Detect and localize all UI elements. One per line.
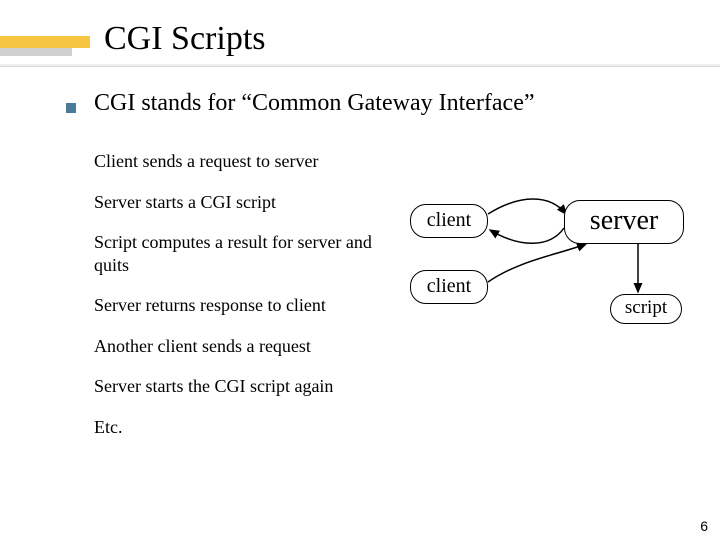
step-item: Server starts a CGI script bbox=[94, 191, 384, 214]
step-list: Client sends a request to server Server … bbox=[94, 150, 384, 456]
step-item: Server starts the CGI script again bbox=[94, 375, 384, 398]
node-server: server bbox=[564, 200, 684, 244]
node-client: client bbox=[410, 204, 488, 238]
node-client: client bbox=[410, 270, 488, 304]
diagram: client client server script bbox=[410, 200, 690, 360]
bullet-text: CGI stands for “Common Gateway Interface… bbox=[94, 90, 535, 117]
slide-title: CGI Scripts bbox=[104, 20, 266, 58]
accent-stripe-yellow bbox=[0, 36, 90, 48]
step-item: Server returns response to client bbox=[94, 294, 384, 317]
accent-stripe-gray bbox=[0, 48, 72, 56]
step-item: Another client sends a request bbox=[94, 335, 384, 358]
main-bullet: CGI stands for “Common Gateway Interface… bbox=[66, 90, 535, 117]
bullet-icon bbox=[66, 103, 76, 113]
title-underline bbox=[0, 64, 720, 66]
page-number: 6 bbox=[700, 518, 708, 534]
step-item: Etc. bbox=[94, 416, 384, 439]
title-area: CGI Scripts bbox=[0, 18, 720, 66]
node-script: script bbox=[610, 294, 682, 324]
step-item: Script computes a result for server and … bbox=[94, 231, 384, 276]
slide: CGI Scripts CGI stands for “Common Gatew… bbox=[0, 0, 720, 540]
step-item: Client sends a request to server bbox=[94, 150, 384, 173]
